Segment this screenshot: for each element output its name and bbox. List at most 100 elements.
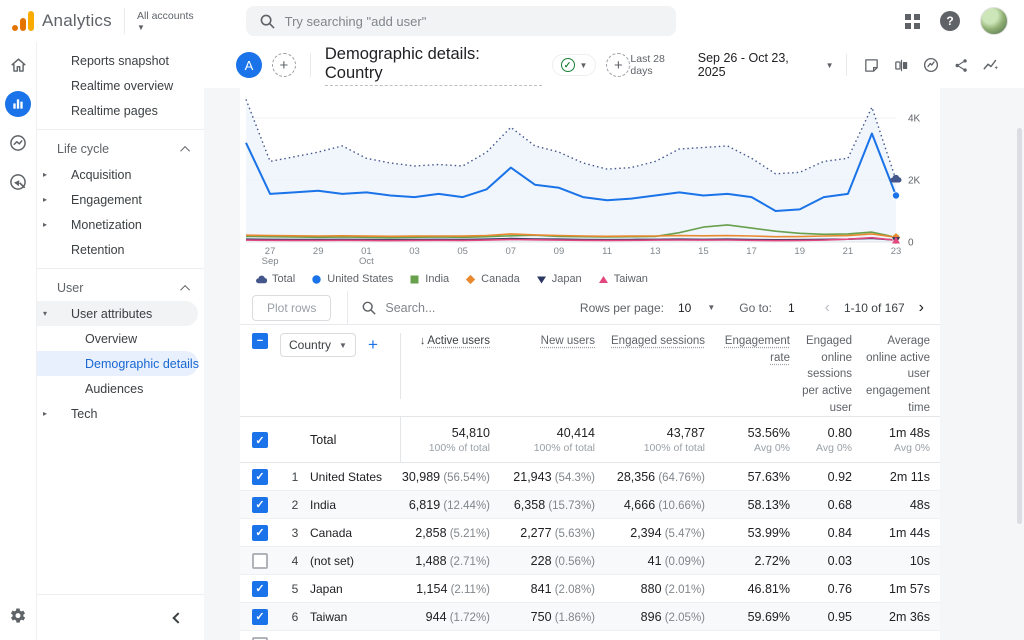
plot-rows-button[interactable]: Plot rows <box>252 295 331 321</box>
collapse-sidebar-icon[interactable] <box>172 612 183 623</box>
sidebar-item-demographic-details[interactable]: Demographic details <box>37 351 198 376</box>
collapse-arrow-icon: ▸ <box>43 220 47 229</box>
table-search-placeholder: Search... <box>385 301 435 315</box>
insights-icon[interactable] <box>916 51 946 79</box>
date-range-value[interactable]: Sep 26 - Oct 23, 2025 <box>698 51 820 79</box>
legend-item-taiwan[interactable]: Taiwan <box>598 273 648 285</box>
compare-icon[interactable] <box>886 51 916 79</box>
table-row-japan[interactable]: ✓5Japan1,154 (2.11%)841 (2.08%)880 (2.01… <box>240 575 940 603</box>
sidebar-item-engagement[interactable]: ▸Engagement <box>37 187 198 212</box>
legend-item-total[interactable]: Total <box>256 273 295 285</box>
sidebar-item-reports-snapshot[interactable]: Reports snapshot <box>37 48 198 73</box>
row-checkbox[interactable] <box>252 553 268 569</box>
metric-cell: 0.76 <box>800 582 862 596</box>
row-checkbox[interactable]: ✓ <box>252 432 268 448</box>
column-header-new-users[interactable]: New users <box>500 333 605 350</box>
x-tick-label: 03 <box>409 246 420 257</box>
sidebar-item-acquisition[interactable]: ▸Acquisition <box>37 162 198 187</box>
goto-input[interactable]: 1 <box>788 301 795 315</box>
sidebar-item-realtime-pages[interactable]: Realtime pages <box>37 98 198 123</box>
sidebar-item-monetization[interactable]: ▸Monetization <box>37 212 198 237</box>
sidebar-item-tech[interactable]: ▸Tech <box>37 401 198 426</box>
table-row-india[interactable]: ✓2India6,819 (12.44%)6,358 (15.73%)4,666… <box>240 491 940 519</box>
pagination-range: 1-10 of 167 <box>844 301 905 315</box>
table-row-taiwan[interactable]: ✓6Taiwan944 (1.72%)750 (1.86%)896 (2.05%… <box>240 603 940 631</box>
row-checkbox[interactable]: ✓ <box>252 497 268 513</box>
table-search-input[interactable]: Search... <box>362 301 580 315</box>
rows-per-page-value[interactable]: 10 <box>678 301 691 315</box>
metric-cell: 0.92 <box>800 470 862 484</box>
prev-page-icon[interactable]: ‹ <box>819 299 836 317</box>
analytics-logo[interactable]: Analytics <box>0 11 112 31</box>
dimension-select[interactable]: Country ▼ <box>280 333 356 357</box>
sidebar-item-audiences[interactable]: Audiences <box>37 376 198 401</box>
column-header-active-users[interactable]: ↓Active users <box>400 333 500 399</box>
report-card: 27Sep2901Oct030507091113151719212302K4K … <box>240 88 940 640</box>
legend-circle-icon <box>311 274 322 285</box>
row-checkbox[interactable]: ✓ <box>252 525 268 541</box>
row-checkbox[interactable]: ✓ <box>252 469 268 485</box>
row-rank: 6 <box>280 610 310 624</box>
share-icon[interactable] <box>946 51 976 79</box>
total-metric: 53.56%Avg 0% <box>715 426 800 454</box>
sidebar-section-life-cycle[interactable]: Life cycle <box>37 136 204 162</box>
add-report-button[interactable]: + <box>606 53 630 77</box>
report-owner-avatar[interactable]: A <box>236 52 262 78</box>
legend-item-india[interactable]: India <box>409 273 449 285</box>
metric-cell: 46.81% <box>715 582 800 596</box>
report-title[interactable]: Demographic details: Country <box>325 45 542 86</box>
metric-cell: 59.69% <box>715 610 800 624</box>
sidebar-item-user-attributes[interactable]: ▾User attributes <box>37 301 198 326</box>
metric-cell: 944 (1.72%) <box>400 610 500 624</box>
column-header-engagement-rate[interactable]: Engagement rate <box>715 333 800 366</box>
table-row--not-set-[interactable]: 4(not set)1,488 (2.71%)228 (0.56%)41 (0.… <box>240 547 940 575</box>
column-header-engaged-online-sessions-per-active-user[interactable]: Engaged online sessions per active user <box>800 333 862 416</box>
legend-item-japan[interactable]: Japan <box>536 273 582 285</box>
legend-item-canada[interactable]: Canada <box>465 273 520 285</box>
collapse-arrow-icon: ▸ <box>43 195 47 204</box>
vertical-scrollbar[interactable] <box>1017 128 1022 524</box>
column-header-average-online-active-user-engagement-time[interactable]: Average online active user engagement ti… <box>862 333 940 416</box>
y-tick-label: 4K <box>908 114 921 125</box>
global-search-input[interactable]: Try searching "add user" <box>246 6 676 36</box>
search-placeholder: Try searching "add user" <box>285 14 427 29</box>
apps-grid-icon[interactable] <box>905 14 920 29</box>
metric-cell: 2,858 (5.21%) <box>400 526 500 540</box>
metric-cell: 30,989 (56.54%) <box>400 470 500 484</box>
x-tick-label: 11 <box>602 246 612 257</box>
row-checkbox[interactable]: ✓ <box>252 609 268 625</box>
row-checkbox[interactable]: ✓ <box>252 581 268 597</box>
brand-name: Analytics <box>42 11 112 31</box>
select-all-checkbox[interactable]: − <box>252 333 268 349</box>
reports-icon[interactable] <box>5 91 31 117</box>
table-header-row: − Country ▼ + ↓Active usersNew usersEnga… <box>240 325 940 417</box>
table-row-canada[interactable]: ✓3Canada2,858 (5.21%)2,277 (5.63%)2,394 … <box>240 519 940 547</box>
advertising-icon[interactable] <box>5 169 31 195</box>
sidebar-item-label: Overview <box>85 332 137 346</box>
user-avatar[interactable] <box>980 7 1008 35</box>
sidebar-section-user[interactable]: User <box>37 275 204 301</box>
next-page-icon[interactable]: › <box>913 299 930 317</box>
explore-icon[interactable] <box>5 130 31 156</box>
table-row-singapore[interactable]: 7Singapore884 (1.61%)574 (1.42%)673 (1.5… <box>240 631 940 640</box>
report-status-badge[interactable]: ✓ ▼ <box>552 54 597 76</box>
account-picker[interactable]: All accounts ▼ <box>137 10 194 32</box>
metric-cell: 1,154 (2.11%) <box>400 582 500 596</box>
column-header-engaged-sessions[interactable]: Engaged sessions <box>605 333 715 350</box>
chevron-down-icon[interactable]: ▼ <box>707 303 715 312</box>
legend-item-united-states[interactable]: United States <box>311 273 393 285</box>
add-note-icon[interactable] <box>857 51 887 79</box>
add-collaborator-button[interactable]: + <box>272 53 296 77</box>
sidebar-item-retention[interactable]: Retention <box>37 237 198 262</box>
help-icon[interactable]: ? <box>940 11 960 31</box>
table-controls: Plot rows Search... Rows per page: 10 ▼ … <box>240 291 940 325</box>
admin-gear-icon[interactable] <box>8 606 28 626</box>
home-icon[interactable] <box>5 52 31 78</box>
add-dimension-button[interactable]: + <box>368 335 378 355</box>
x-tick-label: 19 <box>794 246 805 257</box>
sidebar-item-overview[interactable]: Overview <box>37 326 198 351</box>
legend-label: Total <box>272 273 295 285</box>
trends-icon[interactable] <box>976 51 1006 79</box>
sidebar-item-realtime-overview[interactable]: Realtime overview <box>37 73 198 98</box>
table-row-united-states[interactable]: ✓1United States30,989 (56.54%)21,943 (54… <box>240 463 940 491</box>
